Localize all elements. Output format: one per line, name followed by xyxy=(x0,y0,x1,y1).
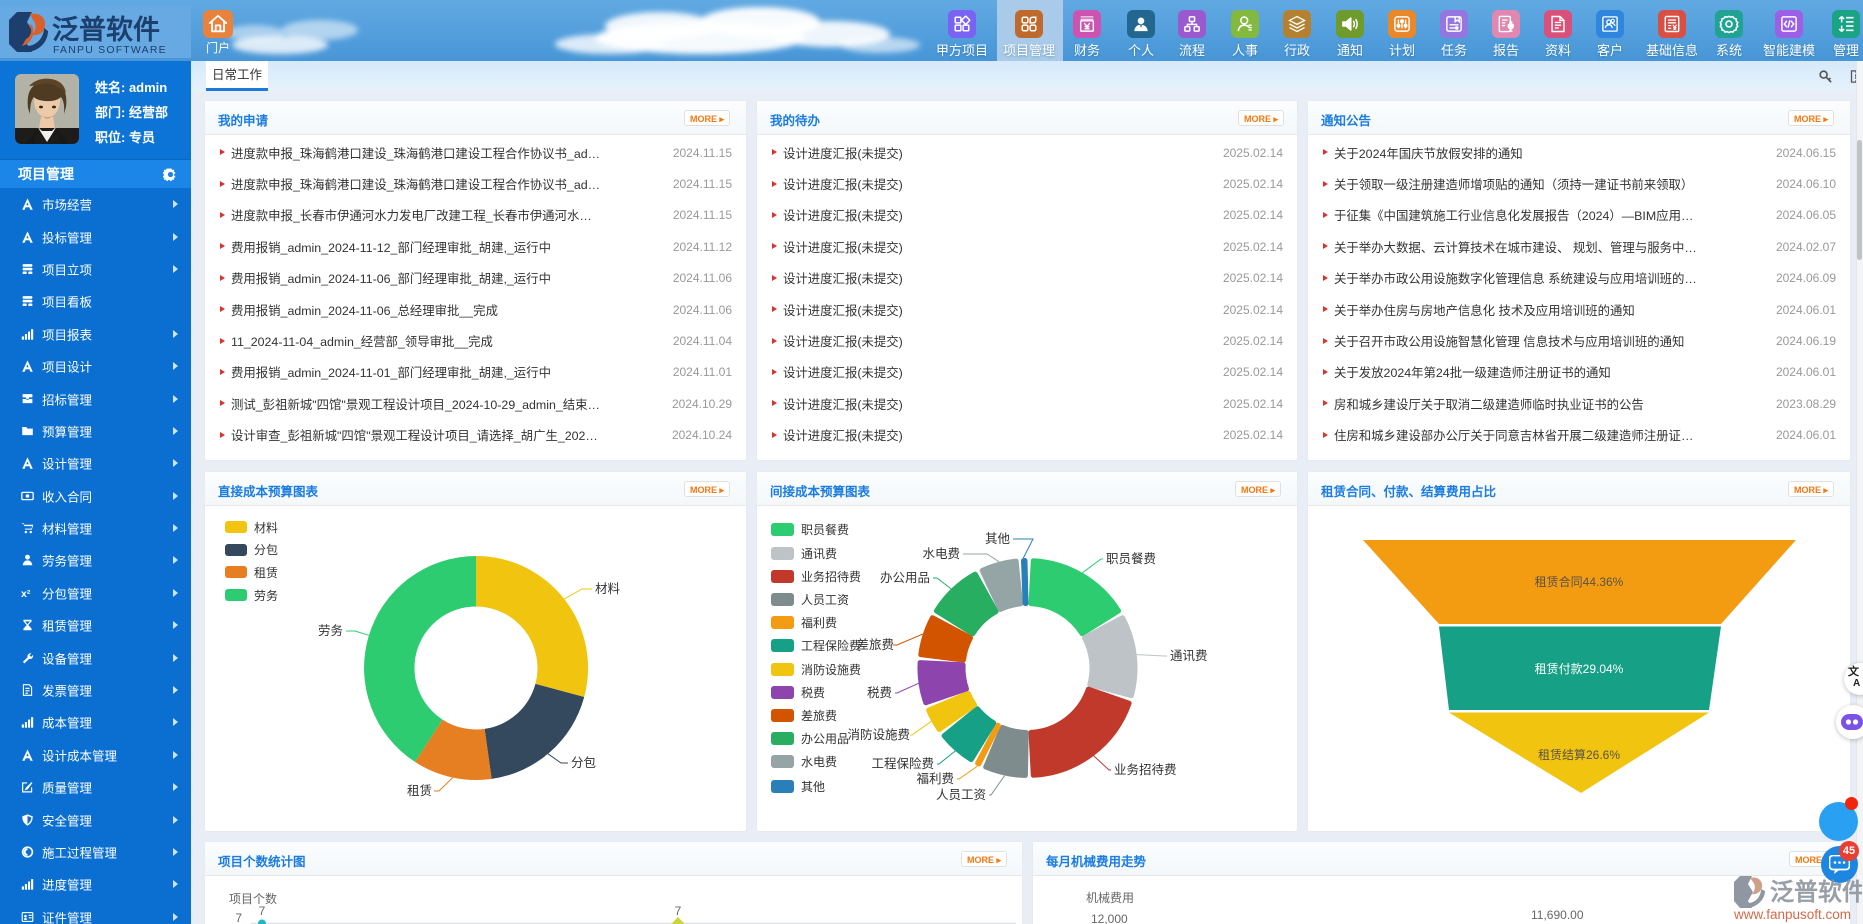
svg-text:泛普软件: 泛普软件 xyxy=(52,14,160,45)
svg-text:租赁付款29.04%: 租赁付款29.04% xyxy=(1535,662,1624,676)
svg-text:工程保险费: 工程保险费 xyxy=(871,756,934,771)
svg-text:其他: 其他 xyxy=(985,532,1011,546)
svg-text:人员工资: 人员工资 xyxy=(936,788,986,802)
svg-text:福利费: 福利费 xyxy=(916,771,954,786)
svg-text:12,000: 12,000 xyxy=(1091,912,1128,924)
svg-text:办公用品: 办公用品 xyxy=(880,570,930,585)
svg-text:租赁: 租赁 xyxy=(407,784,432,798)
svg-text:x²: x² xyxy=(21,588,31,599)
svg-text:7: 7 xyxy=(675,904,682,918)
svg-text:通讯费: 通讯费 xyxy=(1170,649,1208,663)
svg-text:消防设施费: 消防设施费 xyxy=(847,727,910,742)
svg-text:7: 7 xyxy=(259,904,266,918)
svg-text:业务招待费: 业务招待费 xyxy=(1114,762,1177,777)
svg-text:税费: 税费 xyxy=(867,686,892,700)
svg-text:分包: 分包 xyxy=(571,756,596,770)
svg-text:项目个数: 项目个数 xyxy=(229,891,277,906)
svg-text:租赁结算26.6%: 租赁结算26.6% xyxy=(1538,747,1620,762)
svg-text:FANPU SOFTWARE: FANPU SOFTWARE xyxy=(53,44,167,56)
svg-text:7: 7 xyxy=(235,911,242,924)
svg-text:租赁合同44.36%: 租赁合同44.36% xyxy=(1535,574,1624,589)
svg-text:职员餐费: 职员餐费 xyxy=(1106,551,1156,566)
svg-text:机械费用: 机械费用 xyxy=(1086,890,1134,905)
svg-text:差旅费: 差旅费 xyxy=(856,638,894,652)
svg-text:劳务: 劳务 xyxy=(318,623,343,638)
svg-text:www.fanpusoft.com: www.fanpusoft.com xyxy=(1733,907,1851,922)
svg-text:材料: 材料 xyxy=(595,582,621,596)
svg-text:水电费: 水电费 xyxy=(922,547,960,561)
svg-text:泛普软件: 泛普软件 xyxy=(1770,878,1862,906)
svg-text:11,690.00: 11,690.00 xyxy=(1531,908,1584,922)
